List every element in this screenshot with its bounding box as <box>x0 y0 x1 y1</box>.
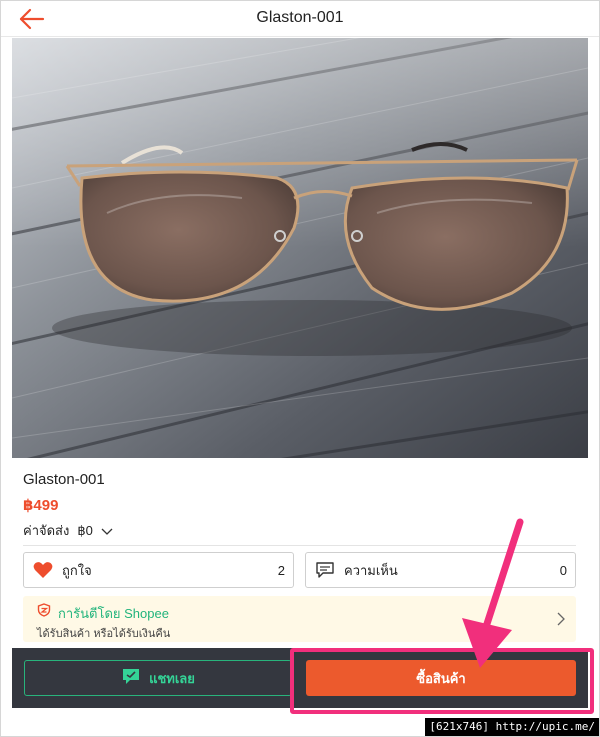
shopee-guarantee-banner[interactable]: การันตีโดย Shopee ได้รับสินค้า หรือได้รั… <box>23 596 576 642</box>
comment-count: 0 <box>559 562 567 578</box>
chat-icon <box>121 666 141 691</box>
comment-button[interactable]: ความเห็น 0 <box>305 552 576 588</box>
like-label: ถูกใจ <box>62 562 92 578</box>
buy-now-label: ซื้อสินค้า <box>416 670 466 686</box>
product-name: Glaston-001 <box>23 471 105 488</box>
chat-now-button[interactable]: แชทเลย <box>24 660 292 696</box>
chat-now-label: แชทเลย <box>149 670 195 686</box>
shipping-label: ค่าจัดส่ง <box>23 523 70 538</box>
shipping-row[interactable]: ค่าจัดส่ง ฿0 <box>23 520 113 541</box>
watermark: [621x746] http://upic.me/ <box>425 718 599 736</box>
chat-bubble-icon <box>314 560 336 580</box>
heart-icon <box>32 560 54 580</box>
guarantee-title: การันตีโดย Shopee <box>58 606 169 621</box>
comment-label: ความเห็น <box>344 562 398 578</box>
like-button[interactable]: ถูกใจ 2 <box>23 552 294 588</box>
bottom-action-bar: แชทเลย ซื้อสินค้า <box>12 648 588 708</box>
top-bar: Glaston-001 <box>1 1 599 37</box>
chevron-right-icon <box>556 612 566 626</box>
shipping-value: ฿0 <box>77 522 93 538</box>
buy-now-button[interactable]: ซื้อสินค้า <box>306 660 576 696</box>
product-price: ฿499 <box>23 497 59 514</box>
divider <box>23 545 576 546</box>
product-image[interactable] <box>12 38 588 458</box>
page-title: Glaston-001 <box>256 9 344 26</box>
guarantee-subtitle: ได้รับสินค้า หรือได้รับเงินคืน <box>37 628 171 640</box>
like-count: 2 <box>277 562 285 578</box>
shield-icon <box>37 603 51 617</box>
chevron-down-icon <box>101 525 113 537</box>
